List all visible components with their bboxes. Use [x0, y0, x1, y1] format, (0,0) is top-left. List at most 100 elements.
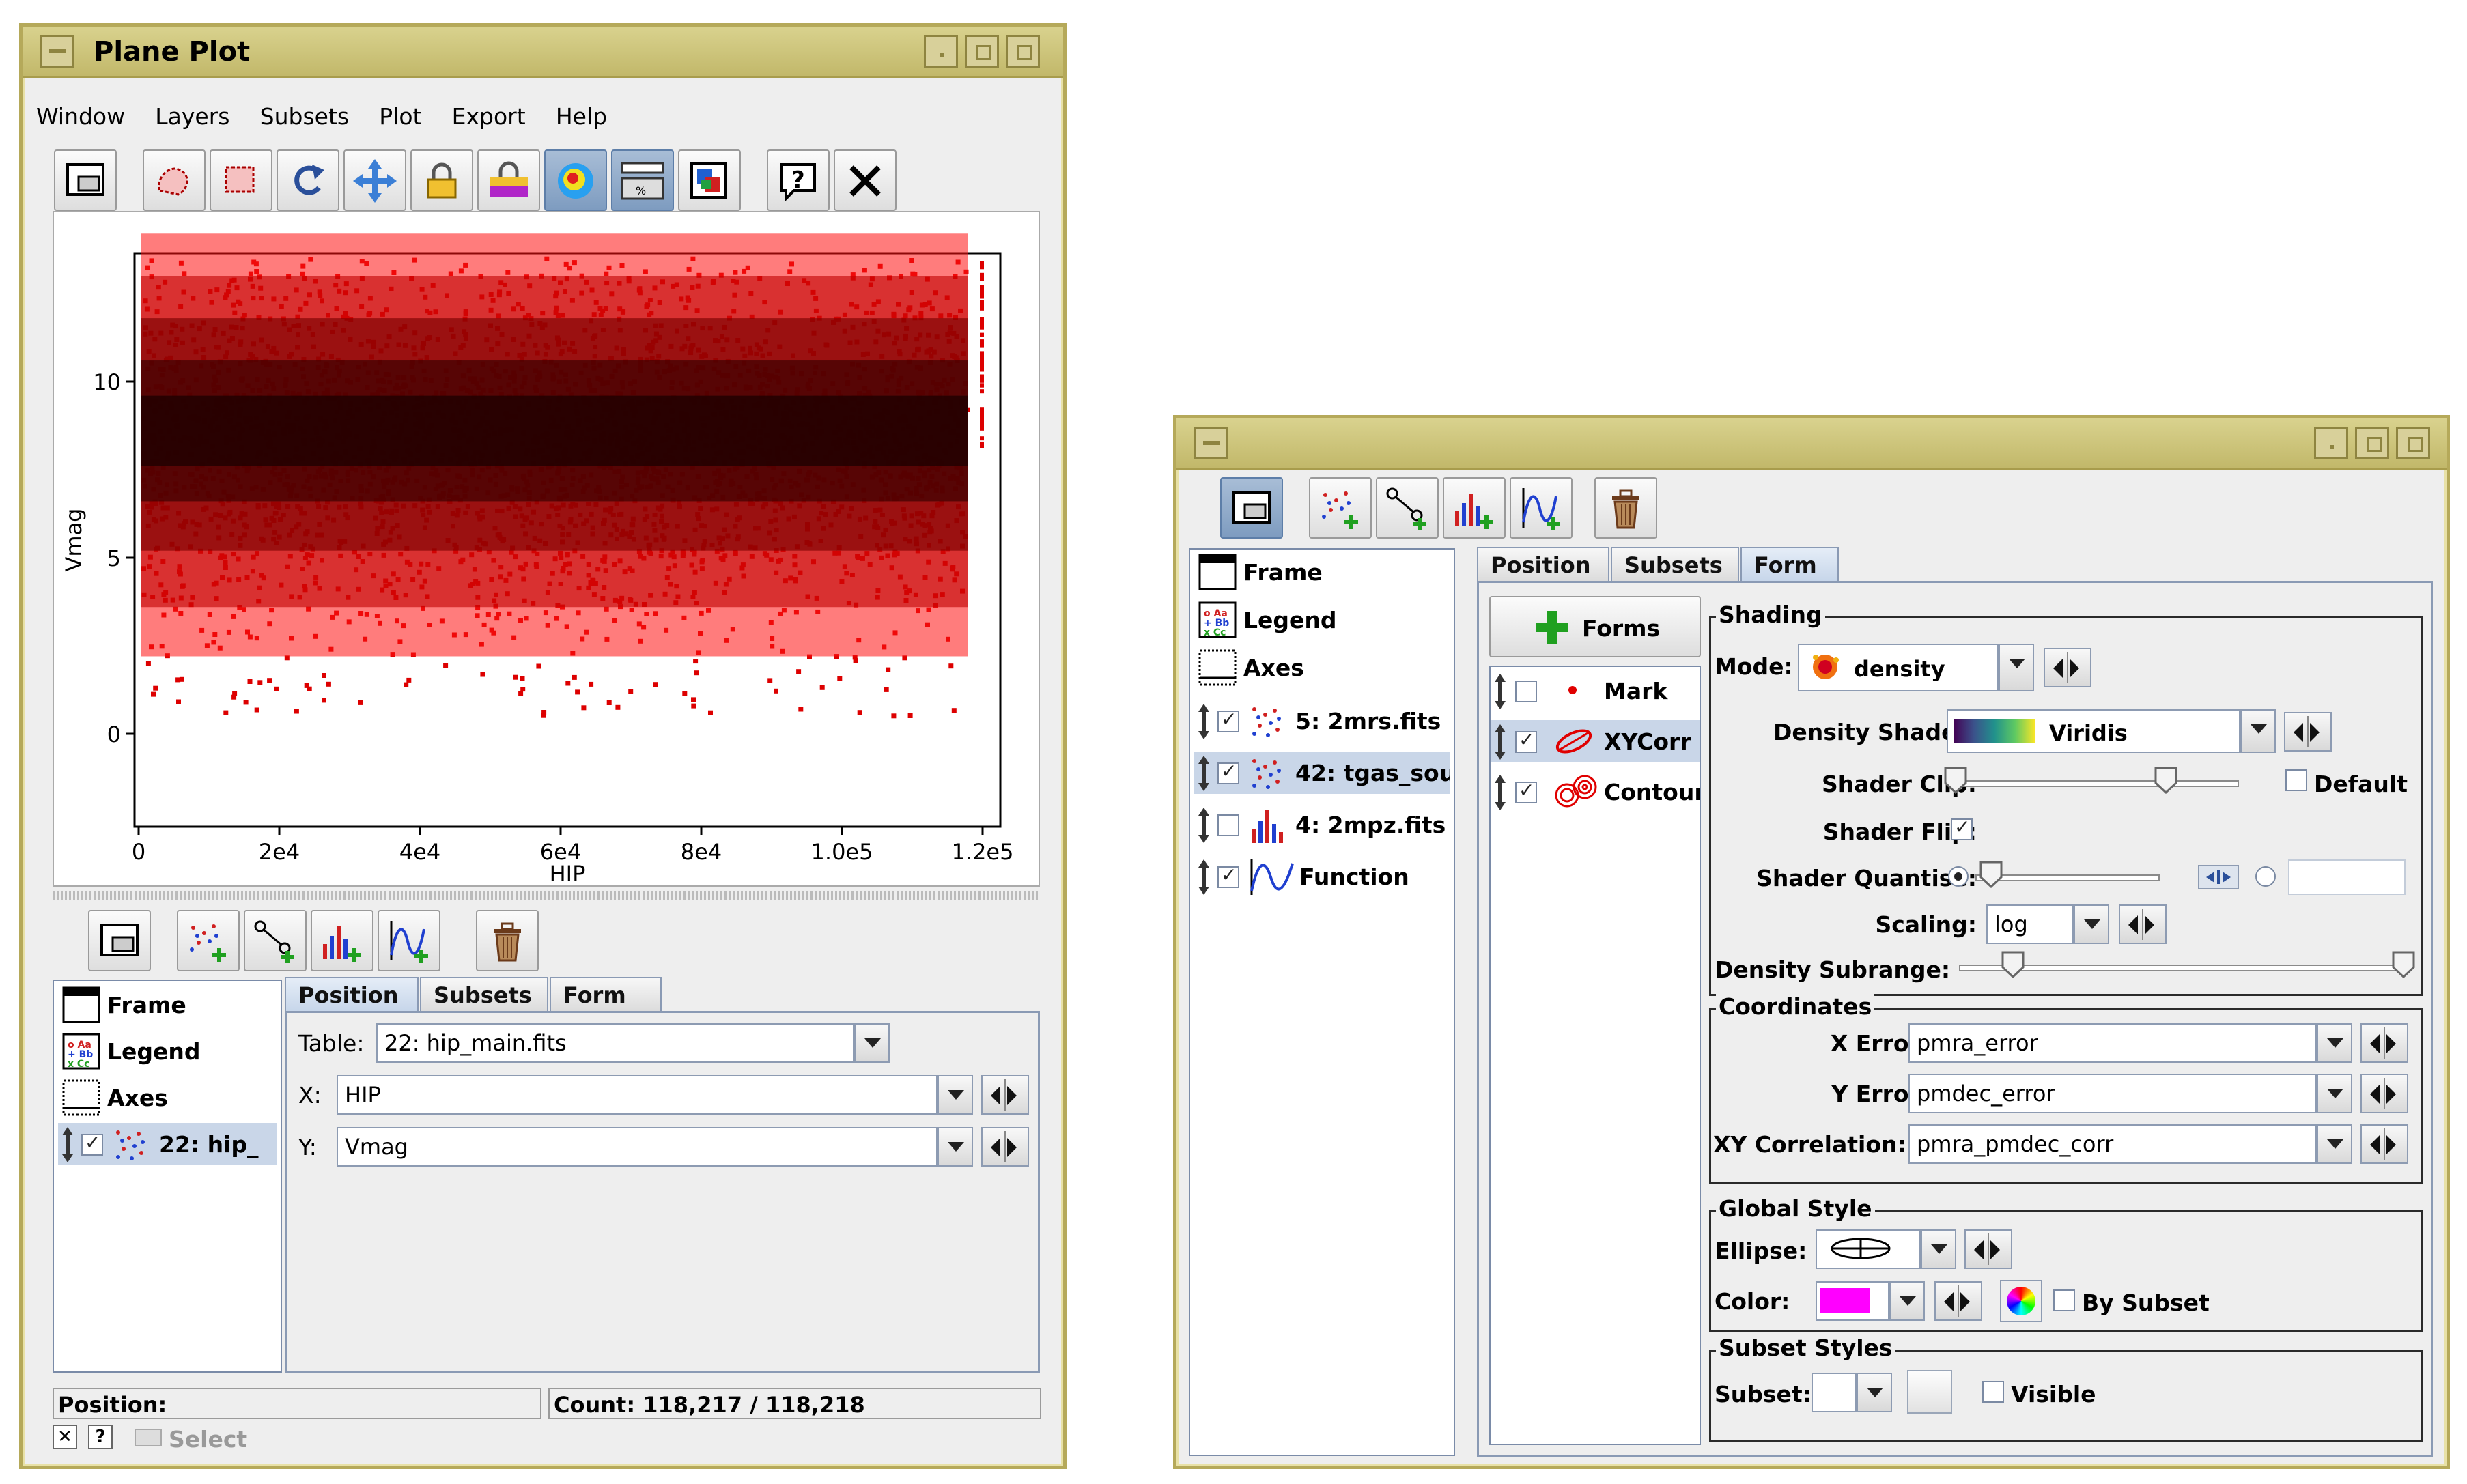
drag-handle-icon[interactable]: [1196, 754, 1212, 793]
delete-layer-button[interactable]: [1594, 477, 1657, 539]
form-contour[interactable]: Contour: [1491, 771, 1700, 813]
color-step-buttons[interactable]: [1934, 1281, 1982, 1321]
layer-legend[interactable]: o Aa + Bb x Cc Legend: [1194, 599, 1450, 641]
tab-subsets[interactable]: Subsets: [1611, 547, 1739, 581]
subset-select[interactable]: [1812, 1373, 1857, 1412]
menu-layers[interactable]: Layers: [155, 103, 229, 130]
drag-handle-icon[interactable]: [59, 1126, 76, 1164]
drag-handle-icon[interactable]: [1196, 806, 1212, 844]
quantise-value-field[interactable]: [2288, 859, 2406, 895]
menu-export[interactable]: Export: [452, 103, 526, 130]
shader-quantise-slider[interactable]: [1975, 874, 2160, 881]
drag-handle-icon[interactable]: [1196, 702, 1212, 741]
color-select[interactable]: [1816, 1281, 1889, 1321]
subrange-high-thumb[interactable]: [2392, 951, 2415, 978]
plot-area[interactable]: 0 2e4 4e4 6e4 8e4 1.0e5 1.2e5 0 5 10 HIP…: [53, 211, 1040, 887]
tab-subsets[interactable]: Subsets: [420, 977, 548, 1011]
frame-layer-button[interactable]: [1220, 477, 1283, 539]
shader-clip-high-thumb[interactable]: [2154, 767, 2177, 794]
maximize-button[interactable]: [2355, 427, 2389, 459]
select-button[interactable]: Select: [169, 1426, 247, 1453]
shader-quantise-thumb[interactable]: [1979, 861, 2003, 888]
shader-clip-low-thumb[interactable]: [1944, 767, 1967, 794]
layer-legend[interactable]: o Aa + Bb x Cc Legend: [58, 1030, 277, 1072]
x-dropdown-arrow[interactable]: [938, 1075, 973, 1115]
form-enable-checkbox[interactable]: [1515, 779, 1537, 803]
lock-range-button[interactable]: [477, 149, 540, 211]
y-error-field[interactable]: pmdec_error: [1908, 1074, 2317, 1113]
restore-button[interactable]: [1006, 35, 1040, 68]
x-error-dropdown-arrow[interactable]: [2317, 1023, 2352, 1063]
quantise-reset-button[interactable]: [2198, 865, 2239, 889]
subset-dropdown-arrow[interactable]: [1857, 1373, 1892, 1412]
x-error-step-buttons[interactable]: [2360, 1023, 2408, 1063]
form-enable-checkbox[interactable]: [1515, 728, 1537, 753]
blob-subset-button[interactable]: [143, 149, 206, 211]
region-subset-button[interactable]: [210, 149, 272, 211]
x-expression-field[interactable]: HIP: [337, 1075, 938, 1115]
replot-button[interactable]: [277, 149, 339, 211]
drag-handle-icon[interactable]: [1492, 672, 1508, 711]
drag-handle-icon[interactable]: [1492, 773, 1508, 812]
layer-dataset-hip[interactable]: 22: hip_: [58, 1123, 277, 1165]
split-divider[interactable]: [53, 891, 1040, 900]
quantise-value-radio[interactable]: [2255, 866, 2276, 887]
layer-dataset-2mrs[interactable]: 5: 2mrs.fits: [1194, 700, 1450, 742]
form-enable-checkbox[interactable]: [1515, 681, 1537, 702]
title-bar[interactable]: Plane Plot: [23, 27, 1063, 78]
mode-step-buttons[interactable]: [2044, 648, 2091, 687]
ellipse-dropdown-arrow[interactable]: [1921, 1229, 1956, 1269]
tab-form[interactable]: Form: [1740, 547, 1839, 581]
add-scatter-layer-button[interactable]: [1309, 477, 1372, 539]
lock-aspect-button[interactable]: [410, 149, 473, 211]
layer-dataset-tgas[interactable]: 42: tgas_sou: [1194, 752, 1450, 794]
density-shader-select[interactable]: Viridis: [1947, 709, 2240, 753]
by-subset-checkbox[interactable]: [2053, 1289, 2075, 1311]
layer-visible-checkbox[interactable]: [1217, 708, 1239, 732]
help-small-button[interactable]: ?: [88, 1425, 113, 1449]
layer-axes[interactable]: Axes: [58, 1076, 277, 1119]
default-checkbox[interactable]: [2285, 769, 2307, 791]
add-histogram-layer-button[interactable]: [311, 910, 373, 971]
layer-visible-checkbox[interactable]: [1217, 864, 1239, 888]
layer-axes[interactable]: Axes: [1194, 646, 1450, 689]
ellipse-select[interactable]: [1816, 1229, 1921, 1269]
add-function-layer-button[interactable]: [1510, 477, 1573, 539]
cancel-small-button[interactable]: ✕: [53, 1425, 77, 1449]
scaling-step-buttons[interactable]: [2119, 904, 2167, 944]
form-xycorr[interactable]: XYCorr: [1491, 720, 1700, 762]
sketch-toggle-button[interactable]: [544, 149, 607, 211]
layer-function[interactable]: Function: [1194, 855, 1450, 898]
density-subrange-slider[interactable]: [1959, 965, 2407, 971]
frame-toggle-button[interactable]: [54, 149, 117, 211]
y-error-dropdown-arrow[interactable]: [2317, 1074, 2352, 1113]
scaling-select[interactable]: log: [1986, 904, 2074, 944]
layer-frame[interactable]: Frame: [1194, 551, 1450, 593]
minimize-button[interactable]: [2314, 427, 2348, 459]
forms-button[interactable]: Forms: [1489, 596, 1701, 657]
window-menu-button[interactable]: [1194, 427, 1228, 459]
add-histogram-layer-button[interactable]: [1443, 477, 1506, 539]
x-error-field[interactable]: pmra_error: [1908, 1023, 2317, 1063]
color-chooser-button[interactable]: [2000, 1280, 2042, 1322]
menu-plot[interactable]: Plot: [379, 103, 421, 130]
menu-help[interactable]: Help: [556, 103, 607, 130]
drag-handle-icon[interactable]: [1492, 723, 1508, 761]
mode-select[interactable]: density: [1798, 644, 1999, 691]
mode-dropdown-arrow[interactable]: [1999, 644, 2034, 691]
y-dropdown-arrow[interactable]: [938, 1127, 973, 1167]
add-scatter-layer-button[interactable]: [177, 910, 240, 971]
frame-layer-button[interactable]: [88, 910, 151, 971]
restore-button[interactable]: [2396, 427, 2430, 459]
subset-style-button[interactable]: [1907, 1370, 1952, 1414]
density-shader-dropdown-arrow[interactable]: [2240, 709, 2276, 753]
layer-visible-checkbox[interactable]: [1217, 760, 1239, 784]
x-step-buttons[interactable]: [981, 1075, 1029, 1115]
window-menu-button[interactable]: [40, 35, 74, 68]
drag-handle-icon[interactable]: [1196, 858, 1212, 896]
table-dropdown-arrow[interactable]: [854, 1023, 890, 1063]
density-shader-step-buttons[interactable]: [2284, 712, 2332, 752]
xy-correlation-field[interactable]: pmra_pmdec_corr: [1908, 1124, 2317, 1164]
help-button[interactable]: ?: [767, 149, 830, 211]
scaling-dropdown-arrow[interactable]: [2074, 904, 2109, 944]
